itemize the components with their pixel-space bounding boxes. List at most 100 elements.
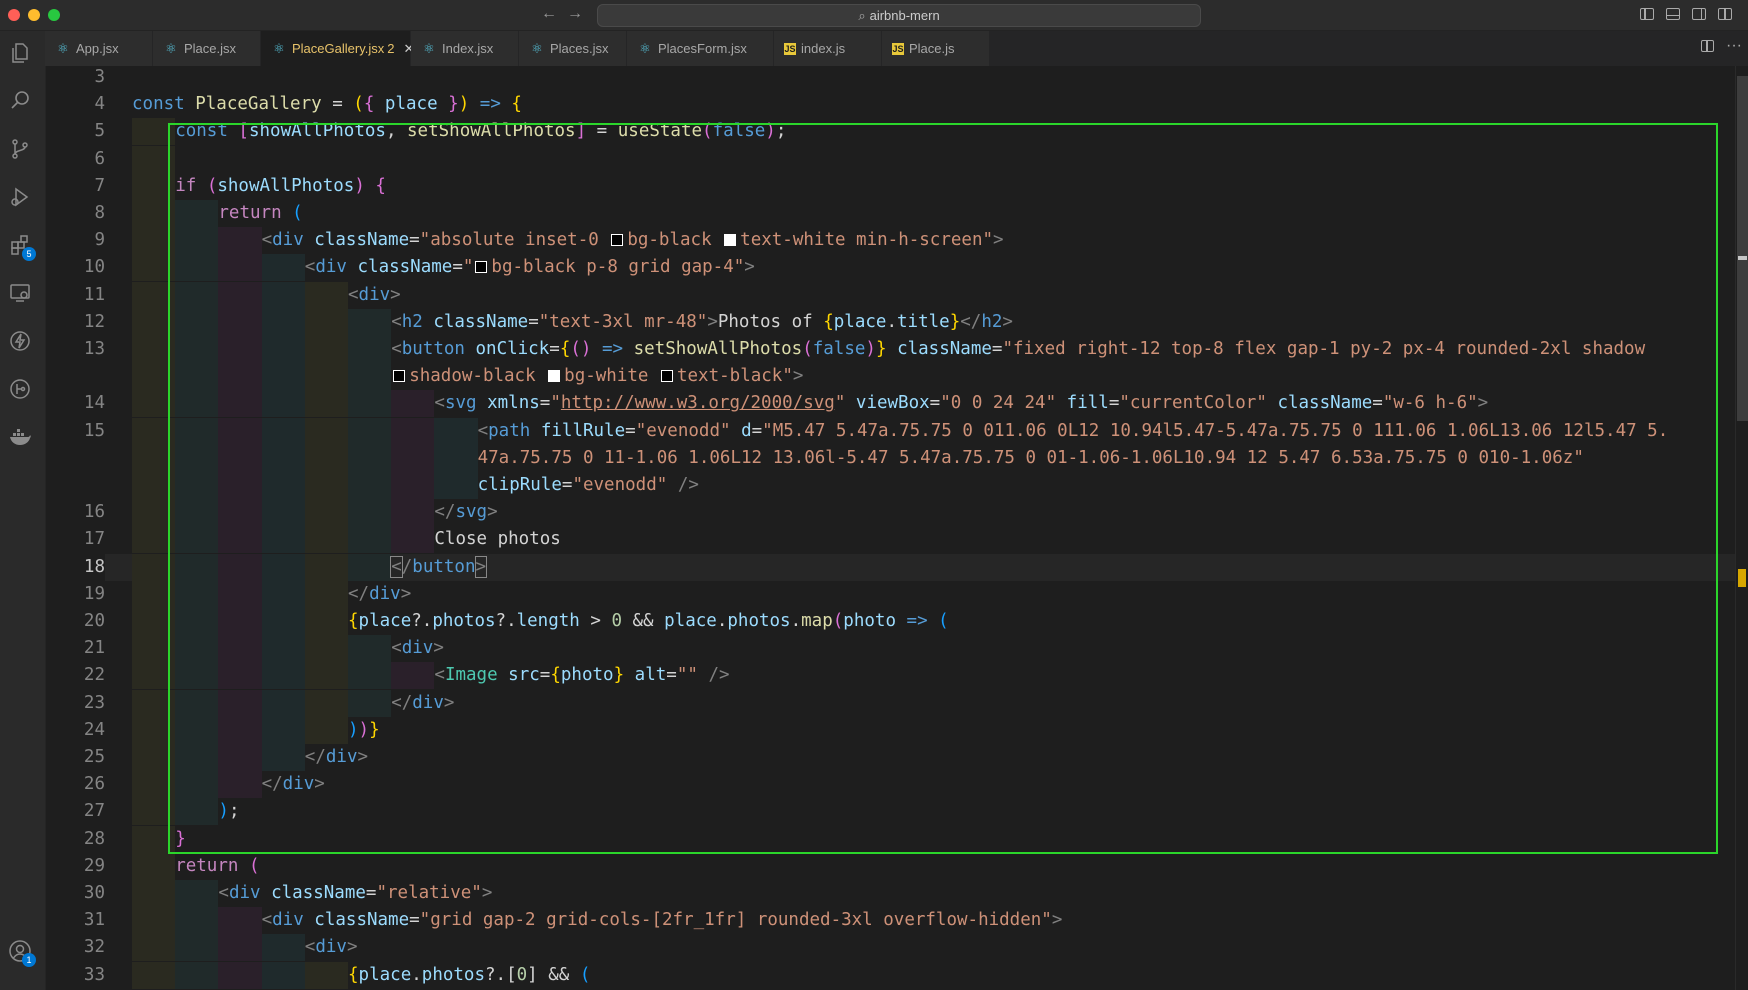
code-line[interactable]: 15 <path fillRule="evenodd" d="M5.47 5.47…	[45, 417, 1735, 445]
indent-guide	[132, 771, 176, 799]
color-swatch[interactable]	[393, 370, 406, 383]
code-line[interactable]: shadow-black bg-white text-black">	[45, 363, 1735, 391]
minimize-window-button[interactable]	[28, 9, 40, 21]
run-and-debug-icon[interactable]	[8, 185, 36, 213]
code-token: Photos of	[717, 311, 824, 332]
code-line[interactable]: 27);	[45, 798, 1735, 826]
forward-arrow-icon[interactable]: →	[566, 5, 584, 23]
code-line[interactable]: 30 <div className="relative">	[45, 880, 1735, 907]
code-line[interactable]: 5 const [showAllPhotos, setShowAllPhotos]…	[45, 118, 1735, 146]
indent-guide	[132, 254, 176, 282]
tab-place-js[interactable]: JS Place.js	[882, 31, 990, 66]
color-swatch[interactable]	[660, 370, 673, 383]
docker-icon[interactable]	[8, 425, 36, 453]
react-icon: ⚛	[165, 41, 177, 56]
code-line[interactable]: 12 <h2 className="text-3xl mr-48">Photos …	[45, 308, 1735, 336]
code-token: =	[549, 339, 560, 359]
code-line[interactable]: 21 <div>	[45, 635, 1735, 663]
code-line[interactable]: 24))}	[45, 716, 1735, 744]
code-line[interactable]: 47a.75.75 0 11-1.06 1.06L12 13.06l-5.47 …	[45, 444, 1735, 472]
code-line[interactable]: 13 <button onClick={() => setShowAllPhoto…	[45, 336, 1735, 363]
tab-index-js[interactable]: JS index.js	[774, 31, 882, 66]
indent-guide	[434, 472, 478, 499]
toggle-primary-sidebar-icon[interactable]	[1640, 8, 1654, 20]
remote-explorer-icon[interactable]	[8, 281, 36, 309]
react-icon: ⚛	[423, 41, 435, 56]
code-line[interactable]: 4 const PlaceGallery = ({ place }) => {	[45, 91, 1735, 118]
code-editor[interactable]: 3 4 const PlaceGallery = ({ place }) => {5…	[45, 66, 1735, 990]
code-line[interactable]: clipRule="evenodd" />	[45, 472, 1735, 499]
editor-scrollbar[interactable]	[1735, 66, 1748, 990]
scroll-thumb[interactable]	[1737, 76, 1748, 421]
code-line[interactable]: 6	[45, 145, 1735, 173]
code-line[interactable]: 23 </div>	[45, 689, 1735, 717]
code-token: 47a.75.75 0 11-1.06 1.06L12 13.06l-5.47 …	[477, 447, 1584, 468]
indent-guide	[175, 907, 219, 935]
code-line[interactable]: 26 </div>	[45, 771, 1735, 799]
timeline-icon[interactable]	[8, 377, 36, 405]
code-text: <div>	[391, 635, 444, 662]
code-line[interactable]: 20 {place?.photos?.length > 0 && place.ph…	[45, 608, 1735, 635]
js-icon: JS	[892, 43, 904, 55]
code-line[interactable]: 19 </div>	[45, 580, 1735, 608]
back-arrow-icon[interactable]: ←	[540, 5, 558, 23]
code-line[interactable]: 28}	[45, 825, 1735, 853]
color-swatch[interactable]	[475, 261, 488, 274]
code-token: className	[1277, 393, 1373, 414]
more-actions-icon[interactable]: ···	[1726, 37, 1742, 55]
indent-guide	[304, 444, 348, 472]
code-token: <	[391, 339, 402, 359]
code-text: return (	[175, 853, 259, 880]
color-swatch[interactable]	[548, 370, 561, 383]
code-token: photo	[560, 665, 614, 686]
lightning-icon[interactable]	[8, 329, 36, 357]
code-line[interactable]: 10 <div className=" bg-black p-8 grid gap-…	[45, 254, 1735, 282]
color-swatch[interactable]	[611, 234, 624, 247]
indent-guide	[218, 336, 262, 363]
code-line[interactable]: 16 </svg>	[45, 499, 1735, 527]
code-line[interactable]: 11 <div>	[45, 281, 1735, 309]
code-line[interactable]: 8 return (	[45, 200, 1735, 227]
code-line[interactable]: 3	[45, 66, 1735, 91]
code-line[interactable]: 7 if (showAllPhotos) {	[45, 172, 1735, 200]
code-line[interactable]: 25 </div>	[45, 744, 1735, 771]
code-token: {	[559, 339, 571, 359]
customize-layout-icon[interactable]	[1718, 8, 1732, 20]
react-icon: ⚛	[531, 41, 543, 56]
tab-placesform-jsx[interactable]: ⚛ PlacesForm.jsx	[627, 31, 774, 66]
explorer-icon[interactable]	[8, 41, 36, 69]
color-swatch[interactable]	[724, 234, 737, 247]
code-token: {	[511, 94, 522, 115]
code-token: "evenodd"	[635, 420, 731, 441]
command-center-search[interactable]: ⌕ airbnb-mern	[597, 4, 1201, 27]
toggle-panel-icon[interactable]	[1666, 8, 1680, 20]
split-editor-icon[interactable]	[1701, 40, 1714, 52]
code-line[interactable]: 33 {place.photos?.[0] && (	[45, 961, 1735, 989]
tab-app-jsx[interactable]: ⚛ App.jsx	[45, 31, 153, 66]
extensions-icon[interactable]: 5	[8, 233, 36, 261]
tab-places-jsx[interactable]: ⚛ Places.jsx	[519, 31, 627, 66]
code-line[interactable]: 17 Close photos	[45, 526, 1735, 554]
zoom-window-button[interactable]	[48, 9, 60, 21]
code-line[interactable]: 32 <div>	[45, 934, 1735, 962]
code-line[interactable]: 31 <div className="grid gap-2 grid-cols-[…	[45, 907, 1735, 935]
tab-place-jsx[interactable]: ⚛ Place.jsx	[153, 31, 261, 66]
cursor-marker	[1738, 256, 1747, 260]
code-token: <	[348, 284, 359, 305]
indent-guide	[261, 689, 305, 717]
code-line[interactable]: 9 <div className="absolute inset-0 bg-bla…	[45, 227, 1735, 255]
code-line[interactable]: 14 <svg xmlns="http://www.w3.org/2000/svg…	[45, 390, 1735, 418]
code-line[interactable]: 29 return (	[45, 852, 1735, 880]
close-window-button[interactable]	[8, 9, 20, 21]
toggle-secondary-sidebar-icon[interactable]	[1692, 8, 1706, 20]
tab-placegallery-jsx[interactable]: ⚛ PlaceGallery.jsx 2 ✕	[261, 31, 414, 66]
code-line[interactable]: 22 <Image src={photo} alt="" />	[45, 662, 1735, 690]
code-line[interactable]: 18 </button>	[45, 553, 1735, 581]
source-control-icon[interactable]	[8, 137, 36, 165]
tab-index-jsx[interactable]: ⚛ Index.jsx	[411, 31, 519, 66]
search-icon[interactable]	[8, 89, 36, 117]
accounts-icon[interactable]: 1	[8, 939, 36, 967]
